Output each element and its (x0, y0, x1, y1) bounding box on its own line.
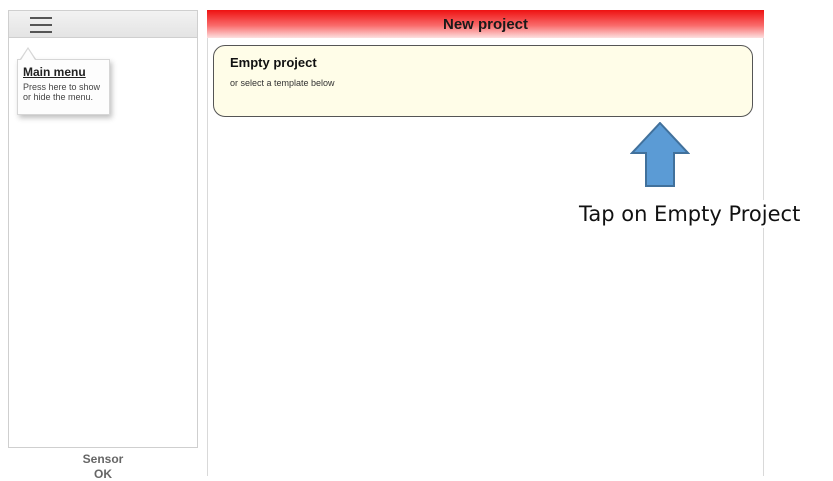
up-arrow-icon (630, 122, 690, 187)
hamburger-menu-icon[interactable] (30, 17, 52, 33)
empty-project-subtitle: or select a template below (230, 78, 335, 88)
sensor-status: OK (94, 467, 112, 481)
instruction-text: Tap on Empty Project (575, 200, 805, 228)
sensor-label: Sensor (82, 452, 124, 466)
empty-project-title: Empty project (230, 55, 317, 70)
main-header: New project (207, 10, 764, 38)
page-title: New project (442, 16, 529, 33)
tooltip-title: Main menu (23, 65, 86, 79)
tooltip-text: Press here to show or hide the menu. (23, 82, 101, 102)
sidebar-header (8, 10, 198, 38)
empty-project-button[interactable]: Empty project or select a template below (213, 45, 753, 117)
main-menu-tooltip: Main menu Press here to show or hide the… (17, 59, 110, 115)
